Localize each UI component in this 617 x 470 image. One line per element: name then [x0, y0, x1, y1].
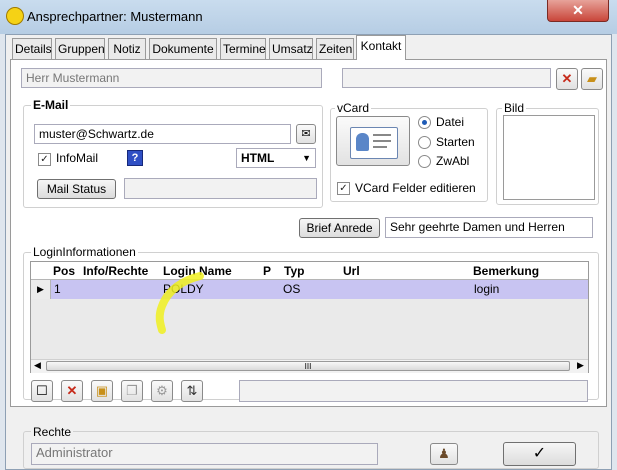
tab-details[interactable]: Details [12, 38, 52, 59]
new-document-icon[interactable]: ☐ [31, 380, 53, 402]
vcard-legend: vCard [335, 101, 372, 115]
folder-icon[interactable]: ▰ [581, 68, 603, 90]
col-url[interactable]: Url [343, 264, 360, 278]
radio-starten[interactable] [418, 136, 431, 149]
copy-icon[interactable]: ❐ [121, 380, 143, 402]
help-icon[interactable]: ? [127, 150, 143, 166]
link-field[interactable] [342, 68, 551, 88]
radio-starten-label: Starten [436, 135, 475, 149]
row-selector-icon: ▶ [31, 280, 51, 299]
col-typ[interactable]: Typ [284, 264, 304, 278]
radio-zwabl-label: ZwAbl [436, 154, 470, 168]
brief-anrede-button[interactable]: Brief Anrede [299, 218, 380, 238]
vcard-edit-label: VCard Felder editieren [355, 181, 476, 195]
contact-name-field[interactable]: Herr Mustermann [21, 68, 322, 88]
mail-status-button[interactable]: Mail Status [37, 179, 116, 199]
bild-legend: Bild [502, 101, 527, 115]
rechte-legend: Rechte [31, 425, 74, 439]
app-icon [6, 7, 24, 25]
grid-status-field [239, 380, 588, 402]
lock-icon[interactable]: ▣ [91, 380, 113, 402]
highlighter-mark [155, 272, 204, 334]
ok-button[interactable]: ✓ [503, 442, 576, 466]
vcard-edit-checkbox[interactable]: ✓ [337, 182, 350, 195]
window-title: Ansprechpartner: Mustermann [27, 9, 203, 24]
tab-gruppen[interactable]: Gruppen [55, 38, 105, 59]
users-icon[interactable]: ♟ [430, 443, 458, 465]
tab-dokumente[interactable]: Dokumente [149, 38, 217, 59]
radio-zwabl[interactable] [418, 155, 431, 168]
scroll-thumb[interactable]: III [46, 361, 570, 371]
email-legend: E-Mail [31, 98, 71, 112]
email-field[interactable]: muster@Schwartz.de [34, 124, 291, 144]
settings-icon[interactable]: ⚙ [151, 380, 173, 402]
login-legend: LoginInformationen [31, 245, 138, 259]
photo-box[interactable] [503, 115, 595, 200]
cell-bemerkung: login [474, 282, 500, 296]
vcard-icon [350, 127, 398, 159]
vcard-button[interactable] [336, 116, 410, 166]
col-p[interactable]: P [263, 264, 271, 278]
chevron-down-icon: ▼ [302, 153, 311, 163]
format-select-value: HTML [241, 151, 275, 165]
infomail-checkbox[interactable]: ✓ [38, 153, 51, 166]
scroll-left-icon[interactable]: ◀ [34, 360, 41, 371]
table-row[interactable] [31, 280, 588, 299]
send-mail-icon[interactable]: ✉ [296, 124, 316, 144]
rechte-field: Administrator [31, 443, 378, 465]
delete-icon[interactable]: ✕ [61, 380, 83, 402]
tab-notiz[interactable]: Notiz [108, 38, 146, 59]
tab-termine[interactable]: Termine [220, 38, 266, 59]
cell-typ: OS [283, 282, 301, 296]
infomail-label: InfoMail [56, 151, 99, 165]
format-select[interactable]: HTML ▼ [236, 148, 316, 168]
col-bemerkung[interactable]: Bemerkung [473, 264, 539, 278]
radio-datei-label: Datei [436, 115, 465, 129]
close-window-button[interactable]: ✕ [547, 0, 609, 22]
radio-datei[interactable] [418, 116, 431, 129]
scroll-right-icon[interactable]: ▶ [577, 360, 584, 371]
refresh-icon[interactable]: ⇅ [181, 380, 203, 402]
anrede-field[interactable]: Sehr geehrte Damen und Herren [385, 217, 593, 238]
col-info-rechte[interactable]: Info/Rechte [83, 264, 148, 278]
clear-icon[interactable]: ✕ [556, 68, 578, 90]
tab-umsatz[interactable]: Umsatz [269, 38, 313, 59]
col-pos[interactable]: Pos [53, 264, 75, 278]
mail-status-field [124, 178, 317, 199]
cell-pos: 1 [54, 282, 61, 296]
tab-zeiten[interactable]: Zeiten [316, 38, 354, 59]
tab-kontakt[interactable]: Kontakt [356, 35, 406, 60]
